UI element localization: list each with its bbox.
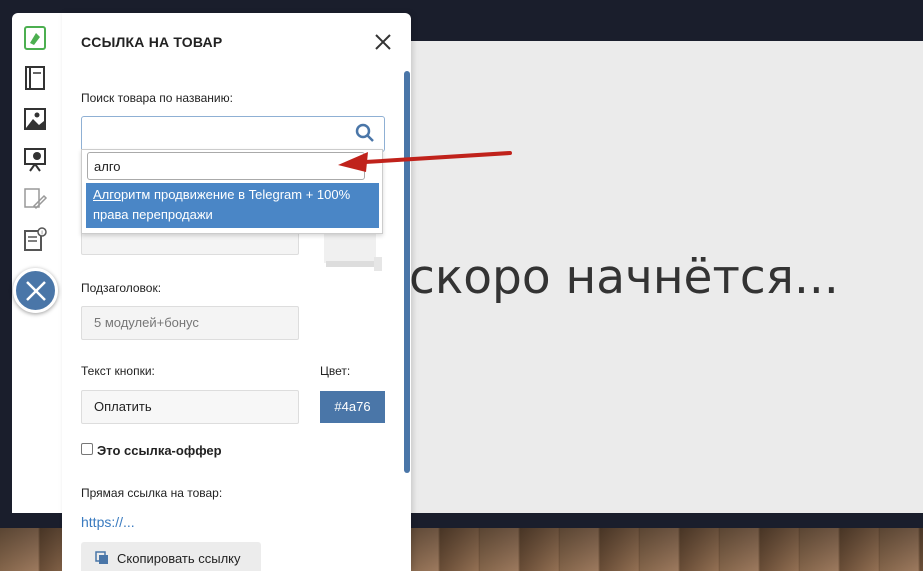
button-text-field[interactable]: Оплатить (81, 390, 299, 424)
panel-close-icon[interactable] (374, 33, 392, 51)
offer-checkbox[interactable] (81, 443, 93, 455)
notebook-icon[interactable] (22, 65, 48, 91)
direct-link-label: Прямая ссылка на товар: (81, 486, 223, 500)
info-doc-icon[interactable]: i (22, 226, 48, 252)
annotation-arrow (338, 151, 512, 172)
search-label: Поиск товара по названию: (81, 91, 233, 105)
copy-link-button[interactable]: Скопировать ссылку (81, 542, 261, 571)
presentation-icon[interactable] (22, 146, 48, 172)
image-icon[interactable] (22, 106, 48, 132)
subtitle-label: Подзаголовок: (81, 281, 162, 295)
search-result-item[interactable]: Алгоритм продвижение в Telegram + 100% п… (86, 183, 379, 228)
product-link-panel: ССЫЛКА НА ТОВАР Поиск товара по названию… (62, 13, 411, 571)
color-label: Цвет: (320, 364, 351, 378)
result-highlight: Алго (93, 187, 121, 202)
copy-icon (95, 551, 108, 564)
subtitle-field[interactable]: 5 модулей+бонус (81, 306, 299, 340)
panel-title: ССЫЛКА НА ТОВАР (81, 34, 223, 50)
offer-checkbox-label: Это ссылка-оффер (97, 443, 222, 458)
screen-text: скоро начнётся... (409, 250, 839, 305)
left-toolbar: i (12, 13, 62, 513)
button-text-label: Текст кнопки: (81, 364, 155, 378)
svg-text:i: i (41, 231, 42, 237)
tools-icon[interactable] (22, 186, 48, 212)
direct-link[interactable]: https://... (81, 514, 135, 530)
color-picker-button[interactable]: #4a76 (320, 391, 385, 423)
close-icon[interactable] (13, 268, 58, 313)
copy-button-label: Скопировать ссылку (117, 550, 241, 566)
product-link-icon[interactable] (22, 25, 48, 51)
product-thumbnail (324, 231, 382, 271)
scrollbar[interactable] (404, 71, 410, 473)
dropdown-search-input[interactable] (87, 152, 365, 180)
search-icon[interactable] (355, 123, 375, 143)
result-rest: ритм продвижение в Telegram + 100% права… (93, 187, 351, 222)
